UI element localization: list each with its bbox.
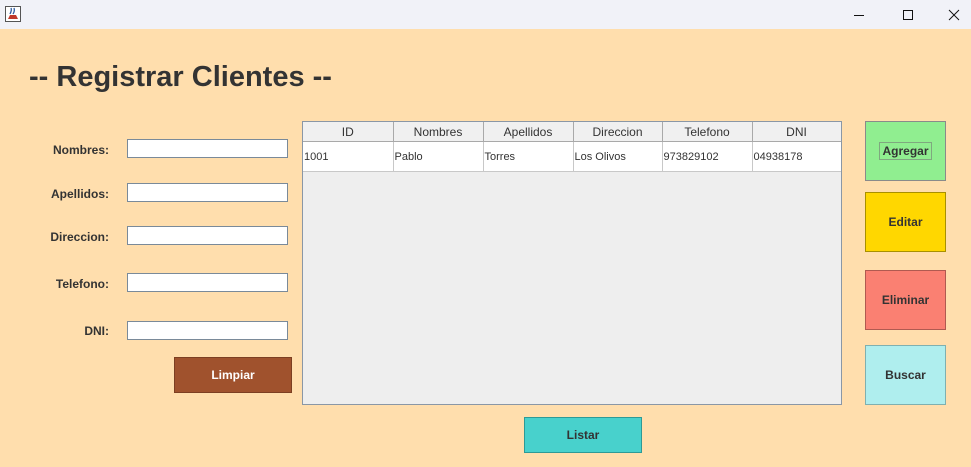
clear-button[interactable]: Limpiar: [174, 357, 292, 393]
minimize-button[interactable]: [836, 0, 882, 29]
window-titlebar: [0, 0, 971, 29]
telefono-field[interactable]: [127, 273, 288, 292]
add-button-label: Agregar: [879, 142, 932, 160]
clients-table[interactable]: ID Nombres Apellidos Direccion Telefono …: [302, 121, 842, 405]
column-header-nombres[interactable]: Nombres: [393, 122, 484, 142]
java-cup-icon: [5, 6, 21, 22]
cell-id: 1001: [303, 141, 394, 172]
cell-dni: 04938178: [752, 141, 841, 172]
close-icon: [948, 9, 960, 20]
nombres-field[interactable]: [127, 139, 288, 158]
apellidos-field[interactable]: [127, 183, 288, 202]
list-button[interactable]: Listar: [524, 417, 642, 453]
cell-apellidos: Torres: [483, 141, 574, 172]
cell-direccion: Los Olivos: [573, 141, 663, 172]
apellidos-label: Apellidos:: [50, 187, 109, 201]
table-header-row: ID Nombres Apellidos Direccion Telefono …: [303, 122, 841, 142]
column-header-direccion[interactable]: Direccion: [573, 122, 663, 142]
direccion-label: Direccion:: [50, 230, 109, 244]
table-row[interactable]: 1001 Pablo Torres Los Olivos 973829102 0…: [303, 141, 841, 172]
maximize-icon: [903, 9, 913, 20]
column-header-dni[interactable]: DNI: [752, 122, 841, 142]
delete-button[interactable]: Eliminar: [865, 270, 946, 330]
page-title: -- Registrar Clientes --: [29, 61, 332, 93]
nombres-label: Nombres:: [52, 143, 109, 157]
direccion-field[interactable]: [127, 226, 288, 245]
cell-telefono: 973829102: [662, 141, 753, 172]
edit-button[interactable]: Editar: [865, 192, 946, 252]
add-button[interactable]: Agregar: [865, 121, 946, 181]
dni-label: DNI:: [84, 324, 109, 338]
maximize-button[interactable]: [885, 0, 931, 29]
search-button[interactable]: Buscar: [865, 345, 946, 405]
cell-nombres: Pablo: [393, 141, 484, 172]
column-header-id[interactable]: ID: [303, 122, 394, 142]
column-header-apellidos[interactable]: Apellidos: [483, 122, 574, 142]
dni-field[interactable]: [127, 321, 288, 340]
telefono-label: Telefono:: [55, 277, 109, 291]
close-button[interactable]: [931, 0, 971, 29]
minimize-icon: [854, 14, 864, 16]
column-header-telefono[interactable]: Telefono: [662, 122, 753, 142]
